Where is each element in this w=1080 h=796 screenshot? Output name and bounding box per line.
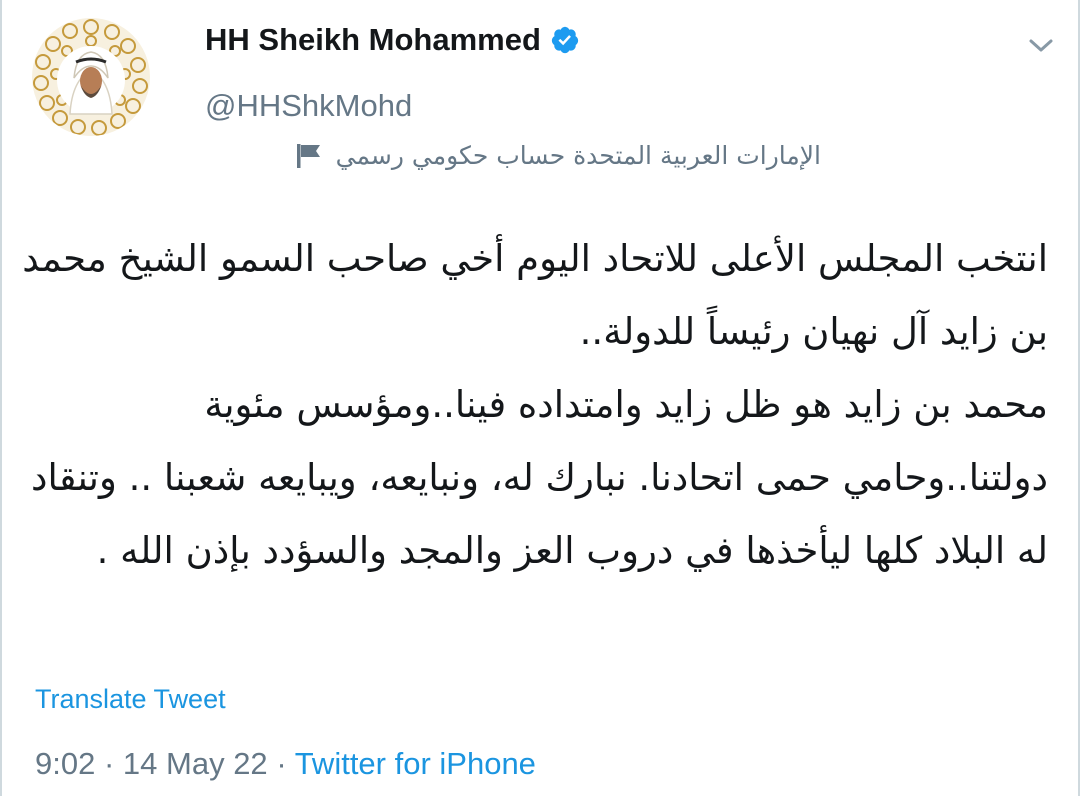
avatar[interactable] bbox=[32, 18, 150, 136]
verified-badge-icon bbox=[550, 25, 580, 55]
translate-tweet-link[interactable]: Translate Tweet bbox=[35, 684, 226, 715]
tweet-date[interactable]: 14 May 22 bbox=[123, 746, 268, 781]
meta-separator: · bbox=[276, 746, 287, 781]
tweet-time[interactable]: 9:02 bbox=[35, 746, 95, 781]
author-name[interactable]: HH Sheikh Mohammed bbox=[205, 22, 541, 58]
meta-separator: · bbox=[103, 746, 115, 781]
tweet-body: انتخب المجلس الأعلى للاتحاد اليوم أخي صا… bbox=[22, 237, 1048, 572]
tweet-meta: 9:02 · 14 May 22 · Twitter for iPhone bbox=[35, 746, 536, 782]
government-account-label[interactable]: الإمارات العربية المتحدة حساب حكومي رسمي bbox=[294, 140, 821, 170]
chevron-down-icon[interactable] bbox=[1024, 34, 1058, 58]
author-handle[interactable]: @HHShkMohd bbox=[205, 88, 412, 124]
flag-icon bbox=[294, 140, 324, 170]
tweet-source-link[interactable]: Twitter for iPhone bbox=[295, 746, 536, 781]
avatar-image bbox=[32, 18, 150, 136]
author-name-row[interactable]: HH Sheikh Mohammed bbox=[205, 22, 580, 58]
tweet-card: HH Sheikh Mohammed @HHShkMohd الإمارات ا… bbox=[0, 0, 1080, 796]
account-label-text: الإمارات العربية المتحدة حساب حكومي رسمي bbox=[335, 140, 821, 170]
